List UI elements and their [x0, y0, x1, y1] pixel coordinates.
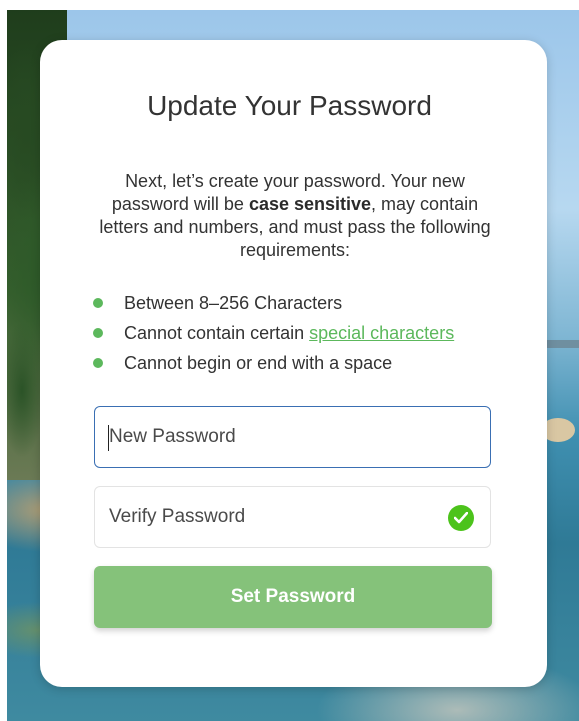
new-password-field[interactable] [94, 406, 491, 468]
verify-password-input[interactable] [109, 487, 429, 547]
requirement-text: Between 8–256 Characters [124, 293, 343, 313]
intro-text-bold: case sensitive [248, 194, 372, 214]
requirements-list: Between 8–256 Characters Cannot contain … [90, 292, 454, 382]
requirement-text: Cannot begin or end with a space [124, 353, 393, 373]
requirement-item: Cannot contain certain special character… [90, 322, 454, 352]
page-title: Update Your Password [147, 90, 432, 121]
requirement-item: Cannot begin or end with a space [90, 352, 454, 382]
bullet-icon [93, 358, 103, 368]
requirement-item: Between 8–256 Characters [90, 292, 454, 322]
requirement-text: Cannot contain certain [124, 323, 310, 343]
intro-text: Next, let’s create your password. Your n… [95, 170, 495, 262]
bullet-icon [93, 328, 103, 338]
verify-password-field[interactable] [94, 486, 491, 548]
bullet-icon [93, 298, 103, 308]
set-password-button[interactable]: Set Password [94, 566, 492, 628]
check-circle-icon [448, 505, 474, 531]
special-characters-link[interactable]: special characters [309, 323, 454, 343]
new-password-input[interactable] [109, 407, 429, 467]
